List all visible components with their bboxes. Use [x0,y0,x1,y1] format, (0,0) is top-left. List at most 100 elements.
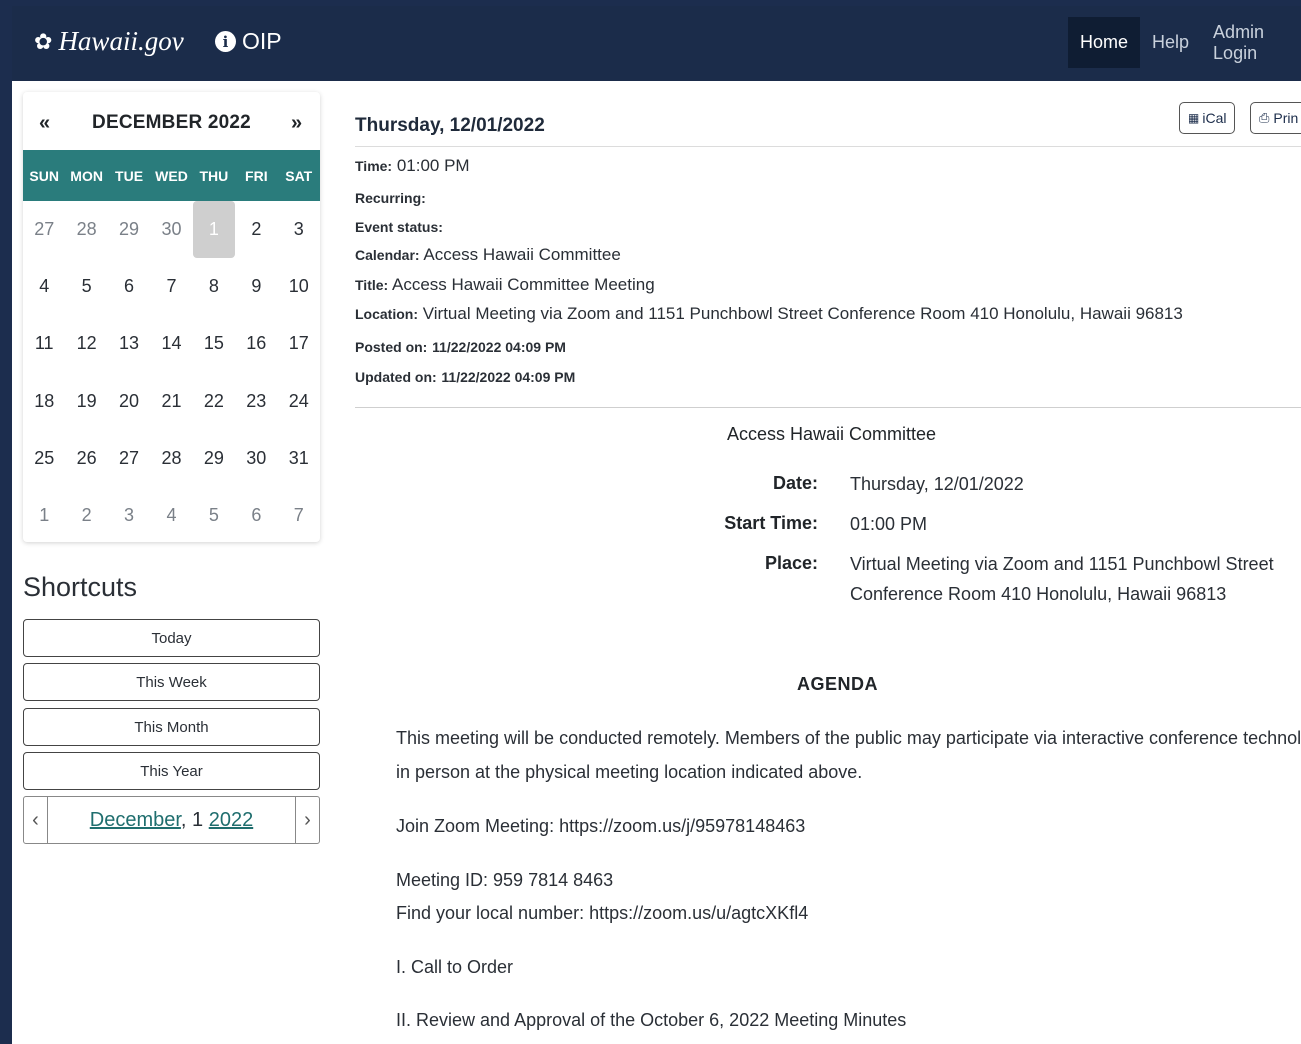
page-frame: ✿ Hawaii.gov i OIP Home Help Admin Login… [12,6,1301,1044]
calendar-day[interactable]: 8 [193,258,235,315]
brand-logo[interactable]: ✿ Hawaii.gov [34,26,184,57]
event-title-row: Title: Access Hawaii Committee Meeting [355,275,655,295]
calendar-days: 27 28 29 30 1 2 3 4 5 6 7 8 9 10 11 12 13 14 15 16 17 18 19 20 2… [23,201,320,544]
calendar-day-number: 26 [76,447,97,468]
time-label: Time: [355,158,393,174]
calendar-day[interactable]: 4 [23,258,65,315]
status-label: Event status: [355,219,443,235]
calendar-day-number: 5 [208,505,219,526]
calendar-day[interactable]: 19 [65,373,107,430]
agenda-item-1: I. Call to Order [396,957,514,977]
location-label: Location: [355,306,418,322]
calendar-day-number: 30 [161,219,182,240]
divider [355,407,1301,408]
day-text: , 1 [180,808,209,831]
calendar-label: Calendar: [355,247,420,263]
updated-label: Updated on: [355,369,437,385]
time-value: 01:00 PM [396,156,470,175]
next-month-button[interactable]: » [291,112,302,135]
calendar-day[interactable]: 11 [23,315,65,372]
zoom-join-link[interactable]: Join Zoom Meeting: https://zoom.us/j/959… [396,816,805,837]
calendar-day[interactable]: 29 [108,201,150,258]
calendar-day[interactable]: 23 [235,373,277,430]
calendar-day[interactable]: 1 [23,487,65,544]
calendar-day[interactable]: 4 [150,487,192,544]
calendar-day[interactable]: 7 [278,487,320,544]
nav-home[interactable]: Home [1068,17,1141,68]
ical-button[interactable]: ▦ iCal [1179,102,1235,134]
calendar-month-title: DECEMBER 2022 [92,112,251,133]
oip-link[interactable]: i OIP [215,28,282,55]
calendar-day[interactable]: 6 [235,487,277,544]
divider [355,146,1301,147]
top-navbar: ✿ Hawaii.gov i OIP Home Help Admin Login [12,6,1301,81]
calendar-day[interactable]: 3 [278,201,320,258]
year-link[interactable]: 2022 [209,809,254,831]
shortcut-this-year-button[interactable]: This Year [23,752,320,790]
nav-admin-login[interactable]: Admin Login [1201,17,1301,68]
calendar-day[interactable]: 18 [23,373,65,430]
calendar-day-number: 28 [76,219,97,240]
mini-calendar: « DECEMBER 2022 » SUN MON TUE WED THU FR… [23,92,320,542]
calendar-day[interactable]: 30 [150,201,192,258]
posted-label: Posted on: [355,339,428,355]
calendar-day-selected[interactable]: 1 [192,201,235,259]
calendar-day-number: 18 [34,390,55,411]
shortcut-today-button[interactable]: Today [23,619,320,657]
calendar-day[interactable]: 16 [235,315,277,372]
calendar-day[interactable]: 2 [235,201,277,258]
calendar-day[interactable]: 7 [150,258,192,315]
shortcut-this-month-button[interactable]: This Month [23,708,320,746]
calendar-day[interactable]: 5 [65,258,107,315]
calendar-day[interactable]: 27 [23,201,65,258]
calendar-day[interactable]: 15 [193,315,235,372]
calendar-week: 27 28 29 30 1 2 3 [23,201,320,259]
nav-help[interactable]: Help [1140,17,1201,68]
calendar-day[interactable]: 14 [150,315,192,372]
month-link[interactable]: December [90,809,181,831]
calendar-day-number: 28 [161,447,182,468]
shortcut-this-week-button[interactable]: This Week [23,663,320,701]
calendar-day-number: 27 [119,447,140,468]
calendar-day-number: 7 [166,276,177,297]
calendar-day-number: 4 [166,505,177,526]
print-button[interactable]: ⎙ Prin [1250,102,1301,134]
local-number-link[interactable]: Find your local number: https://zoom.us/… [396,903,808,924]
weekday-fri: FRI [245,167,268,184]
calendar-day-number: 2 [251,219,262,240]
calendar-day[interactable]: 17 [278,315,320,372]
calendar-day-number: 16 [246,333,267,354]
calendar-day-number: 17 [288,333,309,354]
calendar-day[interactable]: 9 [235,258,277,315]
calendar-day-number: 7 [293,505,304,526]
calendar-day-number: 24 [288,390,309,411]
calendar-day[interactable]: 22 [193,373,235,430]
calendar-day[interactable]: 3 [108,487,150,544]
agenda-heading: AGENDA [797,674,879,694]
calendar-day-number: 13 [119,333,140,354]
calendar-day-number: 14 [161,333,182,354]
next-date-button[interactable]: › [295,797,319,843]
calendar-day-number: 29 [203,447,224,468]
title-value: Access Hawaii Committee Meeting [392,275,655,294]
calendar-day[interactable]: 5 [193,487,235,544]
calendar-day[interactable]: 21 [150,373,192,430]
calendar-day-number: 31 [288,447,309,468]
agenda-item-2: II. Review and Approval of the October 6… [396,1010,907,1030]
prev-date-button[interactable]: ‹ [24,797,48,843]
event-recurring-row: Recurring: [355,188,426,208]
calendar-day[interactable]: 10 [278,258,320,315]
calendar-day[interactable]: 12 [65,315,107,372]
calendar-day[interactable]: 20 [108,373,150,430]
calendar-day[interactable]: 6 [108,258,150,315]
printer-icon: ⎙ [1259,110,1270,125]
calendar-day-number: 9 [251,276,262,297]
calendar-day[interactable]: 24 [278,373,320,430]
calendar-day[interactable]: 13 [108,315,150,372]
updated-value: 11/22/2022 04:09 PM [441,369,576,385]
detail-place-line1: Virtual Meeting via Zoom and 1151 Punchb… [850,554,1274,574]
detail-place-line2: Conference Room 410 Honolulu, Hawaii 968… [850,584,1227,604]
calendar-day[interactable]: 28 [65,201,107,258]
calendar-day[interactable]: 2 [65,487,107,544]
title-label: Title: [355,277,389,293]
